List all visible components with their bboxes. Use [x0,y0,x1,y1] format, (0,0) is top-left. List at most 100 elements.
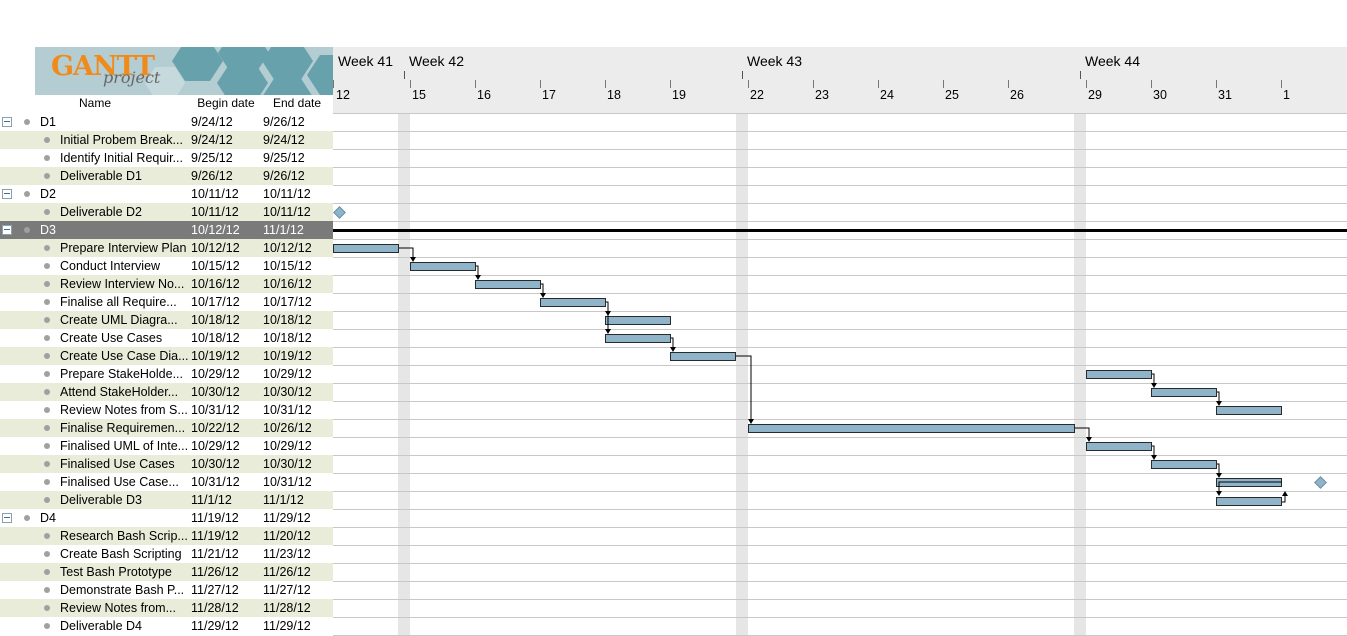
task-begin-date[interactable]: 10/18/12 [191,329,240,347]
task-row[interactable]: Deliverable D4 11/29/12 11/29/12 [0,617,333,635]
task-end-date[interactable]: 10/12/12 [263,239,312,257]
collapse-toggle-icon[interactable] [2,189,12,199]
task-end-date[interactable]: 10/29/12 [263,437,312,455]
task-group-row[interactable]: D4 11/19/12 11/29/12 [0,509,333,527]
task-row[interactable]: Create Use Cases 10/18/12 10/18/12 [0,329,333,347]
task-name[interactable]: D4 [40,509,188,527]
task-row[interactable]: Create Use Case Dia... 10/19/12 10/19/12 [0,347,333,365]
chart-grid[interactable] [333,113,1347,636]
task-end-date[interactable]: 10/18/12 [263,311,312,329]
task-name[interactable]: D3 [40,221,188,239]
task-name[interactable]: Review Interview No... [60,275,189,293]
task-row[interactable]: Conduct Interview 10/15/12 10/15/12 [0,257,333,275]
task-name[interactable]: Finalise all Require... [60,293,189,311]
task-name[interactable]: Initial Probem Break... [60,131,189,149]
task-name[interactable]: D2 [40,185,188,203]
task-begin-date[interactable]: 9/26/12 [191,167,233,185]
task-end-date[interactable]: 11/28/12 [263,599,311,617]
column-header-begin-date[interactable]: Begin date [191,95,261,113]
task-begin-date[interactable]: 9/25/12 [191,149,233,167]
task-end-date[interactable]: 10/19/12 [263,347,312,365]
task-name[interactable]: Conduct Interview [60,257,189,275]
task-end-date[interactable]: 10/31/12 [263,401,312,419]
task-end-date[interactable]: 11/20/12 [263,527,311,545]
task-row[interactable]: Review Interview No... 10/16/12 10/16/12 [0,275,333,293]
task-row[interactable]: Identify Initial Requir... 9/25/12 9/25/12 [0,149,333,167]
task-end-date[interactable]: 10/11/12 [263,185,311,203]
task-begin-date[interactable]: 10/15/12 [191,257,240,275]
task-begin-date[interactable]: 10/31/12 [191,473,240,491]
task-row[interactable]: Prepare StakeHolde... 10/29/12 10/29/12 [0,365,333,383]
task-end-date[interactable]: 10/11/12 [263,203,311,221]
task-begin-date[interactable]: 10/12/12 [191,239,240,257]
task-begin-date[interactable]: 11/21/12 [191,545,239,563]
task-row[interactable]: Attend StakeHolder... 10/30/12 10/30/12 [0,383,333,401]
task-end-date[interactable]: 11/27/12 [263,581,311,599]
task-name[interactable]: Create Use Cases [60,329,189,347]
collapse-toggle-icon[interactable] [2,225,12,235]
task-group-row[interactable]: D2 10/11/12 10/11/12 [0,185,333,203]
gantt-chart[interactable]: Week 41 Week 42 Week 43 Week 44 12 15 16 17 18 19… [333,47,1347,636]
task-end-date[interactable]: 11/1/12 [263,221,304,239]
task-name[interactable]: Prepare StakeHolde... [60,365,189,383]
task-begin-date[interactable]: 11/19/12 [191,509,239,527]
task-row[interactable]: Deliverable D3 11/1/12 11/1/12 [0,491,333,509]
task-begin-date[interactable]: 9/24/12 [191,131,233,149]
column-header-name[interactable]: Name [35,95,155,113]
task-name[interactable]: D1 [40,113,188,131]
task-end-date[interactable]: 9/25/12 [263,149,305,167]
task-end-date[interactable]: 10/17/12 [263,293,312,311]
task-name[interactable]: Demonstrate Bash P... [60,581,189,599]
task-name[interactable]: Finalised Use Cases [60,455,189,473]
task-row[interactable]: Finalised Use Case... 10/31/12 10/31/12 [0,473,333,491]
task-begin-date[interactable]: 10/19/12 [191,347,240,365]
task-begin-date[interactable]: 11/1/12 [191,491,232,509]
task-end-date[interactable]: 10/30/12 [263,383,312,401]
task-row[interactable]: Initial Probem Break... 9/24/12 9/24/12 [0,131,333,149]
task-name[interactable]: Deliverable D4 [60,617,189,635]
task-group-row[interactable]: D1 9/24/12 9/26/12 [0,113,333,131]
task-name[interactable]: Create Bash Scripting [60,545,189,563]
task-name[interactable]: Create UML Diagra... [60,311,189,329]
task-end-date[interactable]: 11/1/12 [263,491,304,509]
task-end-date[interactable]: 10/15/12 [263,257,312,275]
task-name[interactable]: Finalised UML of Inte... [60,437,189,455]
task-name[interactable]: Research Bash Scrip... [60,527,189,545]
collapse-toggle-icon[interactable] [2,117,12,127]
task-begin-date[interactable]: 10/11/12 [191,185,239,203]
task-end-date[interactable]: 9/26/12 [263,113,305,131]
task-row[interactable]: Create UML Diagra... 10/18/12 10/18/12 [0,311,333,329]
task-end-date[interactable]: 10/16/12 [263,275,312,293]
task-row[interactable]: Prepare Interview Plan 10/12/12 10/12/12 [0,239,333,257]
task-begin-date[interactable]: 10/30/12 [191,455,240,473]
task-name[interactable]: Create Use Case Dia... [60,347,189,365]
task-begin-date[interactable]: 10/22/12 [191,419,240,437]
task-row[interactable]: Demonstrate Bash P... 11/27/12 11/27/12 [0,581,333,599]
task-begin-date[interactable]: 10/29/12 [191,437,240,455]
task-row[interactable]: Review Notes from S... 10/31/12 10/31/12 [0,401,333,419]
task-name[interactable]: Finalise Requiremen... [60,419,189,437]
task-name[interactable]: Review Notes from S... [60,401,189,419]
collapse-toggle-icon[interactable] [2,513,12,523]
task-begin-date[interactable]: 11/19/12 [191,527,239,545]
task-name[interactable]: Finalised Use Case... [60,473,189,491]
task-end-date[interactable]: 10/30/12 [263,455,312,473]
task-row[interactable]: Deliverable D2 10/11/12 10/11/12 [0,203,333,221]
task-name[interactable]: Identify Initial Requir... [60,149,189,167]
task-row[interactable]: Finalised Use Cases 10/30/12 10/30/12 [0,455,333,473]
task-begin-date[interactable]: 10/29/12 [191,365,240,383]
task-row[interactable]: Create Bash Scripting 11/21/12 11/23/12 [0,545,333,563]
task-begin-date[interactable]: 10/18/12 [191,311,240,329]
task-end-date[interactable]: 10/26/12 [263,419,312,437]
task-end-date[interactable]: 9/26/12 [263,167,305,185]
task-name[interactable]: Test Bash Prototype [60,563,189,581]
task-name[interactable]: Deliverable D2 [60,203,189,221]
task-end-date[interactable]: 10/18/12 [263,329,312,347]
task-end-date[interactable]: 11/29/12 [263,617,311,635]
task-name[interactable]: Review Notes from... [60,599,189,617]
task-group-row[interactable]: D3 10/12/12 11/1/12 [0,221,333,239]
task-end-date[interactable]: 9/24/12 [263,131,305,149]
task-end-date[interactable]: 11/26/12 [263,563,311,581]
task-name[interactable]: Deliverable D1 [60,167,189,185]
task-row[interactable]: Finalised UML of Inte... 10/29/12 10/29/12 [0,437,333,455]
